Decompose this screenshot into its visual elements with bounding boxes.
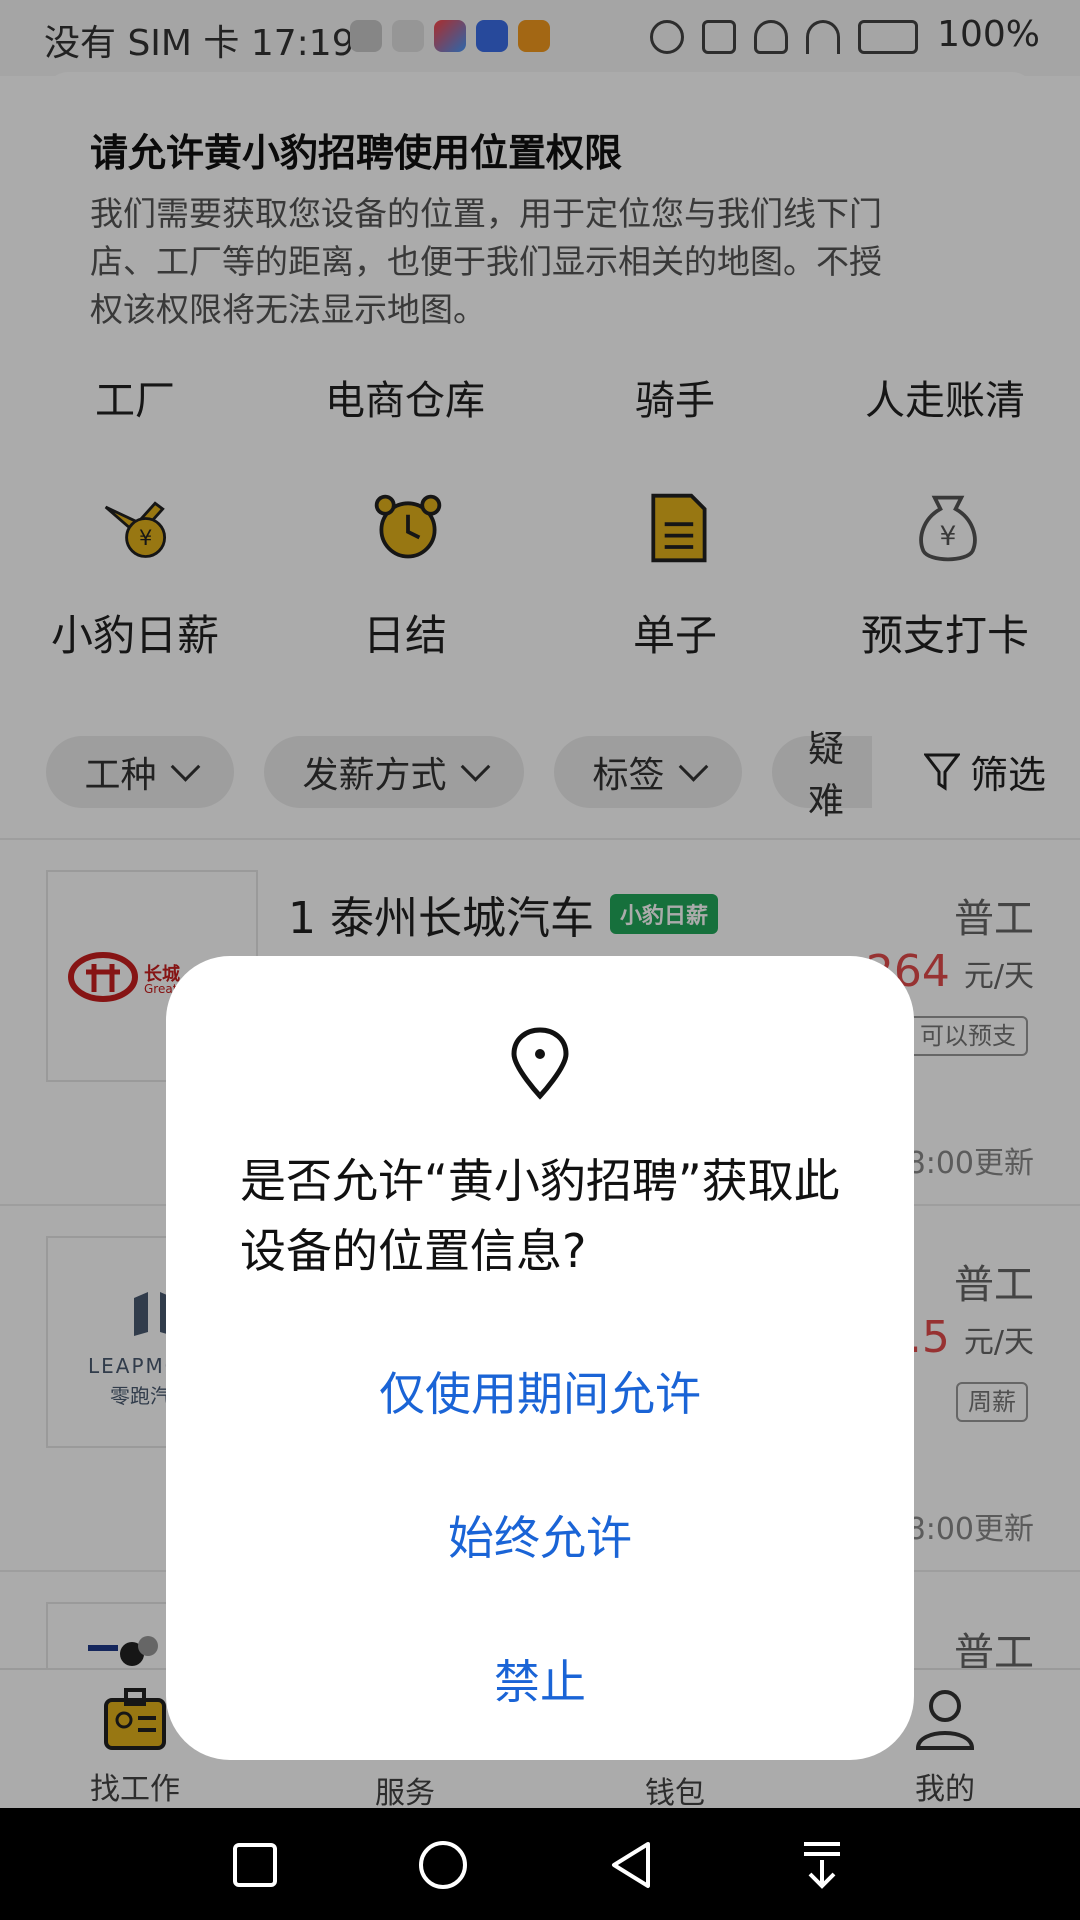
back-icon[interactable]	[608, 1840, 654, 1890]
home-icon[interactable]	[418, 1840, 468, 1890]
system-nav-bar	[0, 1808, 1080, 1920]
location-permission-dialog: 是否允许“黄小豹招聘”获取此设备的位置信息? 仅使用期间允许 始终允许 禁止	[166, 956, 914, 1760]
always-allow-button[interactable]: 始终允许	[166, 1502, 914, 1568]
location-pin-icon	[511, 1027, 569, 1100]
dialog-question: 是否允许“黄小豹招聘”获取此设备的位置信息?	[240, 1154, 840, 1278]
deny-button[interactable]: 禁止	[166, 1646, 914, 1712]
notification-pull-down-icon[interactable]	[800, 1840, 844, 1890]
allow-while-using-button[interactable]: 仅使用期间允许	[166, 1358, 914, 1424]
recents-icon[interactable]	[232, 1842, 278, 1888]
